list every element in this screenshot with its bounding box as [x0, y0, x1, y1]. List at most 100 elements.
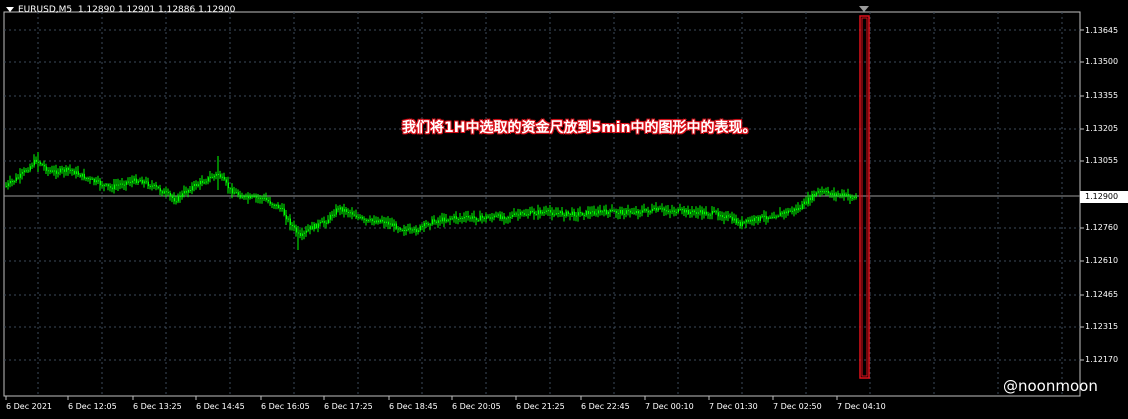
- candle-body: [367, 220, 369, 222]
- candle-body: [255, 196, 257, 198]
- candle-body: [777, 215, 779, 217]
- candle-body: [137, 181, 139, 183]
- candle-body: [223, 176, 225, 180]
- candle-body: [841, 193, 843, 196]
- candle-body: [299, 233, 301, 236]
- candle-body: [561, 211, 563, 215]
- candle-body: [559, 211, 561, 213]
- price-chart[interactable]: [0, 0, 1128, 419]
- candle-body: [501, 216, 503, 219]
- candle-body: [375, 220, 377, 223]
- candle-body: [241, 197, 243, 199]
- annotation-text: 我们将1H中选取的资金尺放到5min中的图形中的表现。: [402, 120, 757, 136]
- candle-body: [631, 212, 633, 214]
- candle-body: [407, 228, 409, 230]
- candle-body: [853, 197, 855, 198]
- candle-body: [793, 208, 795, 212]
- candle-body: [589, 211, 591, 215]
- candle-body: [607, 211, 609, 214]
- candle-body: [333, 214, 335, 216]
- candle-body: [521, 212, 523, 214]
- candle-body: [505, 218, 507, 220]
- candle-body: [735, 218, 737, 224]
- candle-body: [627, 210, 629, 212]
- candle-body: [377, 220, 379, 223]
- candle-body: [579, 212, 581, 214]
- candle-body: [669, 211, 671, 213]
- candle-body: [423, 223, 425, 227]
- candle-body: [307, 229, 309, 231]
- candle-body: [583, 214, 585, 216]
- candle-body: [821, 191, 823, 193]
- candle-body: [143, 181, 145, 184]
- candle-body: [17, 177, 19, 179]
- candle-body: [181, 193, 183, 198]
- time-label: 6 Dec 16:05: [261, 402, 310, 411]
- candle-body: [839, 194, 841, 196]
- candle-body: [281, 208, 283, 209]
- candle-body: [613, 210, 615, 212]
- candle-body: [643, 209, 645, 211]
- dropdown-triangle-icon[interactable]: [6, 7, 14, 12]
- candle-body: [363, 218, 365, 220]
- candle-body: [847, 194, 849, 196]
- candle-body: [487, 216, 489, 218]
- candle-body: [537, 210, 539, 215]
- time-label: 7 Dec 00:10: [645, 402, 694, 411]
- candle-body: [105, 184, 107, 186]
- candle-body: [749, 219, 751, 222]
- candle-body: [11, 181, 13, 182]
- chart-shift-icon: [859, 6, 869, 12]
- candle-body: [515, 213, 517, 215]
- candle-body: [263, 197, 265, 199]
- candle-body: [769, 217, 771, 219]
- candle-body: [269, 201, 271, 204]
- time-label: 6 Dec 12:05: [68, 402, 117, 411]
- candle-body: [359, 216, 361, 218]
- candle-body: [679, 209, 681, 211]
- candle-body: [275, 204, 277, 206]
- candle-body: [761, 215, 763, 217]
- candle-body: [539, 210, 541, 214]
- candle-body: [67, 167, 69, 170]
- candle-body: [353, 214, 355, 216]
- candle-body: [813, 194, 815, 196]
- candle-body: [605, 209, 607, 215]
- candle-body: [637, 211, 639, 214]
- candle-body: [731, 217, 733, 221]
- time-label: 6 Dec 14:45: [196, 402, 245, 411]
- candle-body: [317, 223, 319, 229]
- candle-body: [471, 216, 473, 219]
- candle-body: [569, 213, 571, 215]
- candle-body: [615, 211, 617, 213]
- candle-body: [159, 188, 161, 192]
- candle-body: [127, 181, 129, 183]
- candle-body: [147, 181, 149, 187]
- candle-body: [117, 184, 119, 186]
- candle-body: [57, 172, 59, 174]
- candle-body: [169, 193, 171, 196]
- candle-body: [207, 177, 209, 182]
- candle-body: [725, 215, 727, 219]
- candle-body: [149, 186, 151, 187]
- ohlc-values: 1.12890 1.12901 1.12886 1.12900: [77, 5, 236, 15]
- candle-body: [443, 217, 445, 222]
- candle-body: [831, 193, 833, 195]
- candle-body: [373, 221, 375, 223]
- chart-window[interactable]: EURUSD,M5 1.12890 1.12901 1.12886 1.1290…: [0, 0, 1128, 419]
- candle-body: [463, 217, 465, 219]
- candle-body: [19, 173, 21, 178]
- candle-body: [233, 192, 235, 194]
- candle-body: [101, 185, 103, 187]
- candle-body: [543, 211, 545, 213]
- candle-body: [677, 209, 679, 213]
- candle-body: [697, 212, 699, 214]
- candle-body: [205, 181, 207, 183]
- candle-body: [177, 195, 179, 202]
- candle-body: [481, 215, 483, 218]
- time-label: 6 Dec 13:25: [133, 402, 182, 411]
- candle-body: [431, 219, 433, 225]
- candle-body: [545, 210, 547, 212]
- candle-body: [73, 170, 75, 174]
- candle-body: [651, 208, 653, 212]
